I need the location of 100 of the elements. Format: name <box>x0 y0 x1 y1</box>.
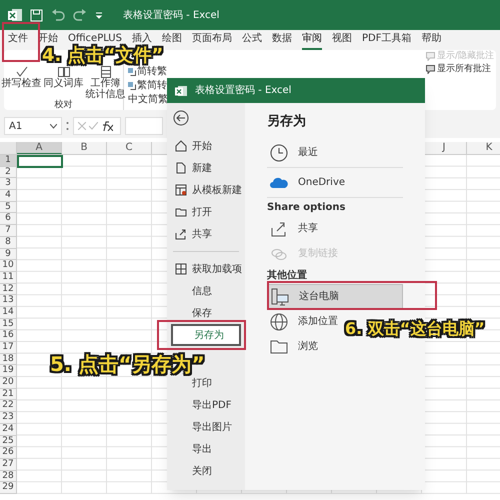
location-item[interactable]: OneDrive <box>267 168 403 198</box>
row-header[interactable]: 14 <box>0 306 17 319</box>
row-header[interactable]: 25 <box>0 436 17 448</box>
nav-item[interactable]: 打开 <box>171 201 241 223</box>
window-title: 表格设置密码 - Excel <box>195 84 292 98</box>
section-heading: 其他位置 <box>267 270 307 282</box>
function-icon <box>101 121 113 131</box>
row-header[interactable]: 26 <box>0 447 17 459</box>
customize-icon <box>95 11 103 19</box>
nav-item[interactable]: 共享 <box>171 223 241 245</box>
instruction-caption: 5. 点击“另存为” <box>50 352 205 376</box>
book-icon <box>58 66 70 78</box>
row-header[interactable]: 18 <box>0 354 17 366</box>
template-icon <box>175 184 187 196</box>
active-cell[interactable] <box>17 155 63 168</box>
ribbon-button[interactable]: 显示所有批注 <box>426 64 494 75</box>
nav-item[interactable]: 保存 <box>171 302 241 324</box>
row-header[interactable]: 13 <box>0 295 17 307</box>
cancel-icon <box>78 122 86 130</box>
nav-item[interactable]: 导出PDF <box>171 394 241 416</box>
row-header[interactable]: 3 <box>0 178 17 190</box>
group-label: 中文简繁 <box>128 94 169 106</box>
instruction-caption: 6. 双击“这台电脑” <box>345 318 485 340</box>
location-item[interactable]: 这台电脑 <box>267 284 403 309</box>
document-icon <box>175 162 187 174</box>
ribbon-tab[interactable]: PDF工具箱 <box>362 33 412 50</box>
row-header[interactable]: 7 <box>0 225 17 237</box>
row-header[interactable]: 23 <box>0 412 17 424</box>
redo-icon <box>73 9 87 21</box>
share-icon <box>270 220 288 238</box>
row-header[interactable]: 24 <box>0 424 17 436</box>
row-header[interactable]: 4 <box>0 190 17 202</box>
group-label: 校对 <box>54 100 72 110</box>
ribbon-tab[interactable]: 帮助 <box>421 33 442 50</box>
location-item[interactable]: 添加位置 <box>267 309 341 334</box>
row-header[interactable]: 5 <box>0 202 17 214</box>
row-header[interactable]: 19 <box>0 365 17 378</box>
window-title: 表格设置密码 - Excel <box>123 8 220 22</box>
row-header[interactable]: 10 <box>0 260 17 272</box>
row-header[interactable]: 22 <box>0 400 17 412</box>
ribbon-button[interactable]: 繁简转 <box>128 80 172 92</box>
nav-item[interactable]: 开始 <box>171 135 241 157</box>
nav-item[interactable]: 另存为 <box>171 324 241 346</box>
grid-icon <box>100 66 112 78</box>
nav-item[interactable]: 新建 <box>171 157 241 179</box>
ribbon-button[interactable]: 拼写检查 <box>2 66 42 89</box>
row-header[interactable]: 21 <box>0 388 17 400</box>
nav-item[interactable]: 信息 <box>171 280 241 302</box>
highlight-frame <box>2 22 40 62</box>
location-item[interactable]: 浏览 <box>267 334 321 359</box>
share-icon <box>175 228 187 240</box>
row-header[interactable]: 27 <box>0 458 17 471</box>
ribbon-tab[interactable]: 公式 <box>242 33 262 50</box>
row-header[interactable]: 6 <box>0 213 17 226</box>
row-header[interactable]: 17 <box>0 342 17 354</box>
convert-icon <box>128 68 136 76</box>
row-header[interactable]: 9 <box>0 248 17 260</box>
folder-icon <box>270 338 288 356</box>
ribbon-button[interactable]: 简转繁 <box>128 66 172 78</box>
nav-item[interactable]: 关闭 <box>171 460 241 482</box>
back-button[interactable] <box>173 109 191 127</box>
add-ins-icon <box>175 263 187 275</box>
row-header[interactable]: 8 <box>0 236 17 248</box>
nav-item[interactable]: 获取加载项 <box>171 258 241 280</box>
ribbon-button[interactable]: 同义词库 <box>44 66 84 89</box>
nav-item[interactable]: 导出图片 <box>171 416 241 438</box>
ribbon-tab[interactable]: 数据 <box>272 33 292 50</box>
nav-item[interactable]: 导出 <box>171 438 241 460</box>
ribbon-tab[interactable]: 绘图 <box>162 33 182 50</box>
home-icon <box>175 140 187 152</box>
instruction-caption: 4. 点击“文件” <box>42 46 164 66</box>
checkmark-icon <box>16 66 28 78</box>
folder-icon <box>175 206 187 218</box>
ribbon-tab[interactable]: 视图 <box>332 33 352 50</box>
row-header[interactable]: 1 <box>0 155 17 167</box>
convert-icon <box>128 82 136 90</box>
nav-item[interactable]: 从模板新建 <box>171 179 241 201</box>
more-icon <box>66 121 69 131</box>
ribbon-tab[interactable]: 文件 <box>8 33 28 50</box>
row-header[interactable]: 16 <box>0 330 17 342</box>
location-item[interactable]: 共享 <box>267 216 321 241</box>
location-item[interactable]: 最近 <box>267 138 403 168</box>
name-box-value: A1 <box>9 120 22 134</box>
row-header[interactable]: 12 <box>0 284 17 296</box>
row-header[interactable]: 2 <box>0 166 17 178</box>
row-header[interactable]: 28 <box>0 470 17 482</box>
page-heading: 另存为 <box>267 113 306 130</box>
computer-icon <box>271 288 289 306</box>
ribbon-tab[interactable]: 页面布局 <box>192 33 232 50</box>
formula-input[interactable] <box>125 117 163 135</box>
row-header[interactable]: 29 <box>0 482 17 494</box>
globe-icon <box>270 312 288 330</box>
row-header[interactable]: 20 <box>0 377 17 389</box>
row-header[interactable]: 15 <box>0 318 17 330</box>
name-box[interactable]: A1 <box>4 117 62 135</box>
excel-logo-icon <box>8 8 22 22</box>
chevron-down-icon <box>50 124 57 128</box>
row-header[interactable]: 11 <box>0 272 17 284</box>
column-header[interactable]: A <box>17 142 62 154</box>
ribbon-button[interactable]: 工作簿 统计信息 <box>86 66 126 100</box>
